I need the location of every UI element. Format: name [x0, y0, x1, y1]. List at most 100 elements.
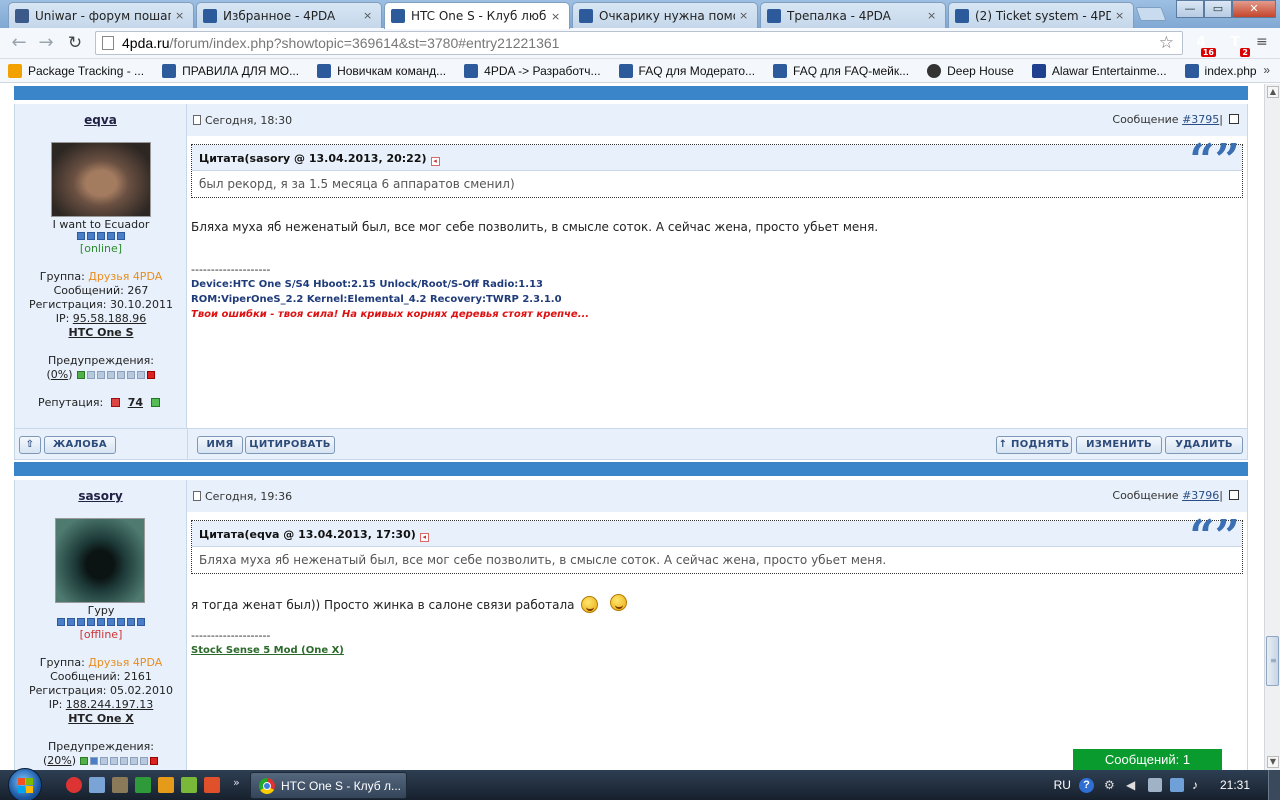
- tray-monitor-icon[interactable]: [1169, 778, 1184, 792]
- edit-button[interactable]: ИЗМЕНИТЬ: [1076, 436, 1162, 454]
- taskbar-chrome-window[interactable]: HTC One S - Клуб л...: [250, 772, 407, 799]
- post-date: Сегодня, 18:30: [193, 114, 292, 127]
- post-date: Сегодня, 19:36: [193, 490, 292, 503]
- new-tab-button[interactable]: [1135, 7, 1167, 21]
- browser-tab[interactable]: HTC One S - Клуб люби ×: [384, 2, 570, 29]
- bookmark-item[interactable]: FAQ для FAQ-мейк...: [773, 63, 909, 78]
- tab-close-icon[interactable]: ×: [363, 9, 375, 22]
- tab-close-icon[interactable]: ×: [551, 10, 563, 23]
- reputation: Репутация: 74: [15, 396, 187, 409]
- chrome-icon[interactable]: [66, 777, 82, 793]
- back-button[interactable]: ←: [8, 32, 30, 54]
- spreadsheet-icon[interactable]: [135, 777, 151, 793]
- help-icon[interactable]: ?: [1078, 777, 1094, 793]
- scroll-top-button[interactable]: ⇧: [19, 436, 41, 454]
- tray-network-icon[interactable]: ⚙: [1104, 778, 1118, 792]
- signature-link[interactable]: Stock Sense 5 Mod (One X): [191, 645, 344, 656]
- group-label: Группа:: [39, 270, 89, 283]
- t-extension-icon[interactable]: T2: [1224, 32, 1250, 57]
- bookmark-item[interactable]: Alawar Entertainme...: [1031, 63, 1167, 78]
- android-tool-icon[interactable]: [181, 777, 197, 793]
- scroll-thumb[interactable]: ≡: [1266, 636, 1279, 686]
- bookmark-item[interactable]: 4PDA -> Разработч...: [464, 63, 601, 78]
- address-bar[interactable]: 4pda.ru/forum/index.php?showtopic=369614…: [95, 31, 1183, 55]
- browser-tab[interactable]: Избранное - 4PDA ×: [196, 2, 382, 28]
- group-name[interactable]: Друзья 4PDA: [88, 656, 162, 669]
- scroll-down-arrow[interactable]: ▼: [1267, 756, 1279, 768]
- user-device-link[interactable]: HTC One S: [15, 326, 187, 339]
- tray-device-icon[interactable]: [1147, 778, 1162, 792]
- bookmark-item[interactable]: Package Tracking - ...: [8, 63, 144, 78]
- wrench-menu-icon[interactable]: ≡: [1256, 34, 1270, 50]
- registration-date: Регистрация: 30.10.2011: [29, 298, 173, 311]
- tray-volume-icon[interactable]: ♪: [1192, 778, 1206, 792]
- quote-link-icon[interactable]: ◂: [419, 533, 429, 542]
- name-button[interactable]: ИМЯ: [197, 436, 243, 454]
- favicon-icon: [955, 8, 969, 23]
- quote-link-icon[interactable]: ◂: [430, 157, 440, 166]
- tab-close-icon[interactable]: ×: [1115, 9, 1127, 22]
- minimize-button[interactable]: —: [1176, 0, 1204, 18]
- quote-button[interactable]: ЦИТИРОВАТЬ: [245, 436, 335, 454]
- quick-launch-more[interactable]: »: [233, 776, 240, 789]
- reputation-plus-icon[interactable]: [151, 398, 161, 407]
- raise-button[interactable]: ↑ ПОДНЯТЬ: [996, 436, 1072, 454]
- browser-tab[interactable]: Очкарику нужна помощ ×: [572, 2, 758, 28]
- forward-button[interactable]: →: [35, 32, 57, 54]
- language-indicator[interactable]: RU: [1054, 778, 1071, 792]
- select-post-checkbox[interactable]: [1229, 490, 1239, 500]
- scroll-up-arrow[interactable]: ▲: [1267, 86, 1279, 98]
- avatar[interactable]: [55, 518, 145, 603]
- complain-button[interactable]: ЖАЛОБА: [44, 436, 116, 454]
- reputation-minus-icon[interactable]: [110, 398, 120, 407]
- post-author-link[interactable]: eqva: [15, 104, 187, 136]
- browser-tab[interactable]: Uniwar - форум пошагов ×: [8, 2, 194, 28]
- post-author-link[interactable]: sasory: [15, 480, 187, 512]
- tab-close-icon[interactable]: ×: [739, 9, 751, 22]
- vertical-scrollbar[interactable]: ▲ ≡ ▼: [1264, 84, 1280, 770]
- tab-close-icon[interactable]: ×: [175, 9, 187, 22]
- bookmark-item[interactable]: Новичкам команд...: [317, 63, 446, 78]
- warnings-meter: (20%): [15, 754, 187, 767]
- close-window-button[interactable]: ✕: [1232, 0, 1276, 18]
- delete-button[interactable]: УДАЛИТЬ: [1165, 436, 1243, 454]
- reputation-value[interactable]: 74: [128, 396, 143, 409]
- bookmark-item[interactable]: FAQ для Модерато...: [618, 63, 755, 78]
- 4pda-icon: [317, 63, 332, 78]
- warnings-percent-link[interactable]: 0%: [51, 368, 68, 381]
- browser-tab[interactable]: Трепалка - 4PDA ×: [760, 2, 946, 28]
- bookmark-label: Alawar Entertainme...: [1051, 63, 1167, 78]
- bookmark-item[interactable]: Deep House: [927, 63, 1014, 78]
- quote-block: Цитата(eqva @ 13.04.2013, 17:30) ◂ “” Бляха…: [191, 515, 1243, 574]
- computer-icon[interactable]: [89, 777, 105, 793]
- bookmark-item[interactable]: index.php: [1184, 63, 1257, 78]
- select-post-checkbox[interactable]: [1229, 114, 1239, 124]
- message-link[interactable]: #3795: [1182, 113, 1219, 126]
- bookmarks-more-button[interactable]: »: [1263, 63, 1270, 77]
- group-name[interactable]: Друзья 4PDA: [88, 270, 162, 283]
- reload-button[interactable]: ↻: [64, 32, 86, 54]
- aimp-icon[interactable]: [158, 777, 174, 793]
- tab-close-icon[interactable]: ×: [927, 9, 939, 22]
- ip-link[interactable]: 95.58.188.96: [73, 312, 146, 325]
- avatar[interactable]: [51, 142, 151, 217]
- browser-tab[interactable]: (2) Ticket system - 4PDA ×: [948, 2, 1134, 28]
- 4pda-extension-icon[interactable]: 4 16: [1190, 32, 1216, 57]
- bookmark-item[interactable]: ПРАВИЛА ДЛЯ МО...: [162, 63, 299, 78]
- start-button[interactable]: [8, 768, 42, 800]
- bookmark-star-icon[interactable]: ☆: [1159, 33, 1174, 53]
- ip-link[interactable]: 188.244.197.13: [66, 698, 153, 711]
- reputation-label: Репутация:: [37, 396, 107, 409]
- maximize-button[interactable]: ▭: [1204, 0, 1232, 18]
- user-device-link[interactable]: HTC One X: [15, 712, 187, 725]
- tray-arrow-icon[interactable]: ◀: [1126, 778, 1140, 792]
- unread-messages-box[interactable]: Сообщений: 1: [1073, 749, 1222, 770]
- archive-icon[interactable]: [112, 777, 128, 793]
- message-link[interactable]: #3796: [1182, 489, 1219, 502]
- show-desktop-button[interactable]: [1268, 770, 1280, 800]
- warnings-percent-link[interactable]: 20%: [47, 754, 71, 767]
- disc-icon: [927, 63, 942, 78]
- kt-icon[interactable]: [204, 777, 220, 793]
- clock[interactable]: 21:31: [1220, 778, 1250, 792]
- 4pda-icon: [618, 63, 633, 78]
